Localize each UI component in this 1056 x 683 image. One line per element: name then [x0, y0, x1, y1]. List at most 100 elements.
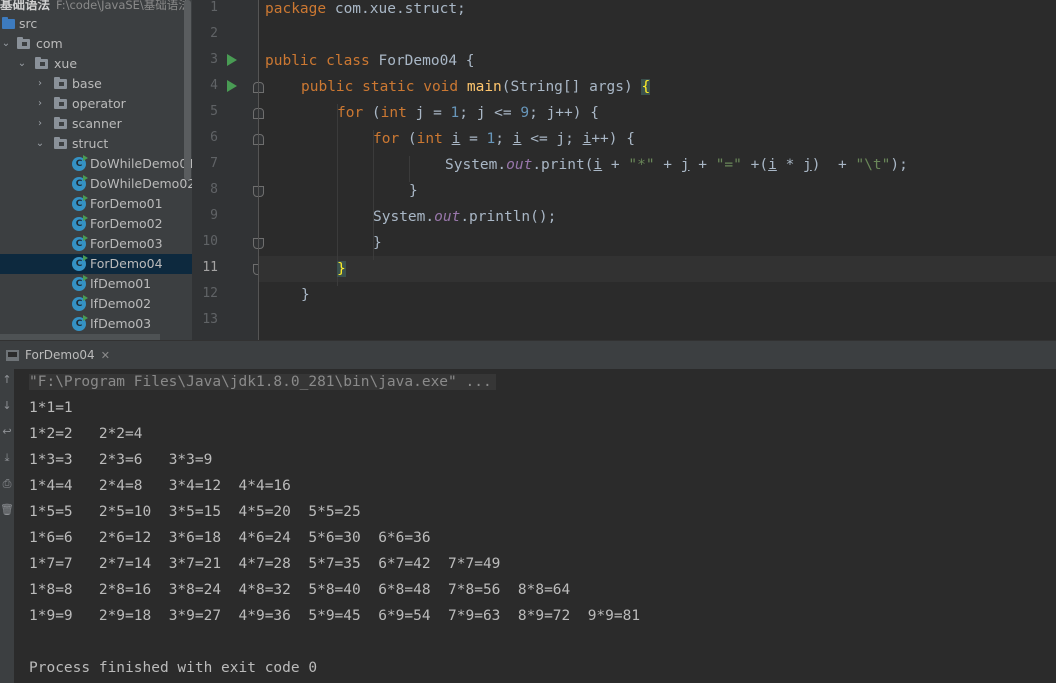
- code-token: int: [380, 105, 407, 121]
- tree-root-path: F:\code\JavaSE\基础语法: [56, 0, 190, 12]
- code-token: public static void: [301, 79, 459, 95]
- tree-item-class[interactable]: C IfDemo02: [0, 294, 192, 314]
- java-class-icon: C: [72, 255, 88, 271]
- console-output[interactable]: "F:\Program Files\Java\jdk1.8.0_281\bin\…: [14, 369, 1056, 683]
- run-tab-label: ForDemo04: [25, 348, 95, 362]
- code-token: 9: [520, 105, 530, 121]
- line-number: 13: [202, 312, 218, 327]
- tree-item-label: src: [19, 16, 38, 31]
- code-token: =: [460, 131, 487, 147]
- code-token: +: [602, 157, 629, 173]
- line-number: 7: [210, 156, 218, 171]
- line-number: 2: [210, 26, 218, 41]
- scroll-to-end-icon[interactable]: ⤓: [0, 451, 14, 465]
- tree-item-label: ForDemo03: [90, 236, 163, 251]
- code-token: ForDemo04 {: [369, 53, 475, 69]
- code-token: for: [373, 131, 400, 147]
- code-editor[interactable]: 1 2 3 4 5 6 7 8 9 10 11 12 13 package co…: [192, 0, 1056, 340]
- tree-item-label: xue: [54, 56, 78, 71]
- tree-item-label: scanner: [72, 116, 122, 131]
- code-token: for: [337, 105, 364, 121]
- code-token: <= j;: [521, 131, 583, 147]
- line-number: 12: [202, 286, 218, 301]
- line-number: 10: [202, 234, 218, 249]
- tree-item-scanner[interactable]: › scanner: [0, 114, 192, 134]
- run-config-icon: [6, 349, 19, 361]
- java-class-icon: C: [72, 155, 88, 171]
- chevron-down-icon[interactable]: ⌄: [0, 34, 12, 54]
- code-token: 1: [450, 105, 460, 121]
- code-line-1: package com.xue.struct;: [265, 0, 466, 22]
- line-number: 8: [210, 182, 218, 197]
- console-line: "F:\Program Files\Java\jdk1.8.0_281\bin\…: [29, 369, 496, 395]
- tree-item-label: struct: [72, 136, 109, 151]
- tree-root-row[interactable]: 基础语法 F:\code\JavaSE\基础语法: [0, 0, 192, 15]
- project-tree-panel: 基础语法 F:\code\JavaSE\基础语法 src ⌄ com ⌄ xue…: [0, 0, 192, 340]
- arrow-up-icon[interactable]: ↑: [0, 373, 14, 386]
- tree-item-class[interactable]: C DoWhileDemo02: [0, 174, 192, 194]
- code-token: package: [265, 1, 327, 17]
- tree-item-class[interactable]: C ForDemo03: [0, 234, 192, 254]
- code-token: +: [689, 157, 716, 173]
- chevron-down-icon[interactable]: ⌄: [34, 134, 46, 154]
- tree-item-class-selected[interactable]: C ForDemo04: [0, 254, 192, 274]
- tree-vertical-scrollbar[interactable]: [184, 0, 191, 180]
- tree-item-xue[interactable]: ⌄ xue: [0, 54, 192, 74]
- code-token: out: [506, 157, 533, 173]
- print-icon[interactable]: ⎙: [0, 477, 14, 491]
- close-icon[interactable]: ✕: [101, 349, 110, 362]
- package-icon: [35, 57, 48, 69]
- editor-gutter: 1 2 3 4 5 6 7 8 9 10 11 12 13: [192, 0, 264, 340]
- java-class-icon: C: [72, 215, 88, 231]
- console-line: 1*1=1: [29, 400, 73, 416]
- chevron-right-icon[interactable]: ›: [34, 94, 46, 114]
- java-class-icon: C: [72, 275, 88, 291]
- run-tool-window-header: ForDemo04 ✕: [0, 340, 1056, 370]
- trash-icon[interactable]: 🗑: [0, 503, 14, 516]
- code-token: j =: [406, 105, 451, 121]
- code-line-12: }: [301, 287, 310, 303]
- run-main-icon[interactable]: [227, 80, 237, 92]
- code-token: ++) {: [591, 131, 635, 147]
- source-folder-icon: [2, 17, 15, 29]
- code-token: public class: [265, 53, 370, 69]
- tree-item-label: DoWhileDemo01: [90, 156, 192, 171]
- code-token: System.: [373, 209, 435, 225]
- package-icon: [54, 137, 67, 149]
- arrow-down-icon[interactable]: ↓: [0, 399, 14, 412]
- code-token: "=": [715, 157, 742, 173]
- run-tab[interactable]: ForDemo04 ✕: [0, 341, 118, 369]
- chevron-down-icon[interactable]: ⌄: [16, 54, 28, 74]
- run-class-icon[interactable]: [227, 54, 237, 66]
- code-token: main: [458, 79, 502, 95]
- tree-item-class[interactable]: C IfDemo03: [0, 314, 192, 334]
- tree-item-base[interactable]: › base: [0, 74, 192, 94]
- package-icon: [17, 37, 30, 49]
- tree-item-label: operator: [72, 96, 126, 111]
- tree-item-class[interactable]: C DoWhileDemo01: [0, 154, 192, 174]
- package-icon: [54, 117, 67, 129]
- code-line-11: }: [337, 256, 346, 282]
- tree-item-label: IfDemo02: [90, 296, 152, 311]
- tree-item-struct[interactable]: ⌄ struct: [0, 134, 192, 154]
- code-token: (String[] args): [501, 79, 642, 95]
- code-token: j: [803, 157, 812, 173]
- chevron-right-icon[interactable]: ›: [34, 114, 46, 134]
- tree-item-com[interactable]: ⌄ com: [0, 34, 192, 54]
- java-class-icon: C: [72, 235, 88, 251]
- java-class-icon: C: [72, 315, 88, 331]
- tree-item-class[interactable]: C ForDemo01: [0, 194, 192, 214]
- matched-brace: {: [641, 79, 651, 95]
- run-toolbar: ↑ ↓ ↩ ⤓ ⎙ 🗑: [0, 369, 14, 683]
- tree-item-class[interactable]: C ForDemo02: [0, 214, 192, 234]
- console-line: 1*5=5 2*5=10 3*5=15 4*5=20 5*5=25: [29, 504, 361, 520]
- code-line-6: for (int i = 1; i <= j; i++) {: [373, 126, 635, 152]
- code-token: +: [654, 157, 681, 173]
- tree-root-label: 基础语法: [0, 0, 51, 12]
- tree-item-operator[interactable]: › operator: [0, 94, 192, 114]
- tree-item-class[interactable]: C IfDemo01: [0, 274, 192, 294]
- chevron-right-icon[interactable]: ›: [34, 74, 46, 94]
- soft-wrap-icon[interactable]: ↩: [0, 425, 14, 438]
- process-exit-message: Process finished with exit code 0: [29, 660, 318, 676]
- tree-item-src[interactable]: src: [0, 14, 192, 34]
